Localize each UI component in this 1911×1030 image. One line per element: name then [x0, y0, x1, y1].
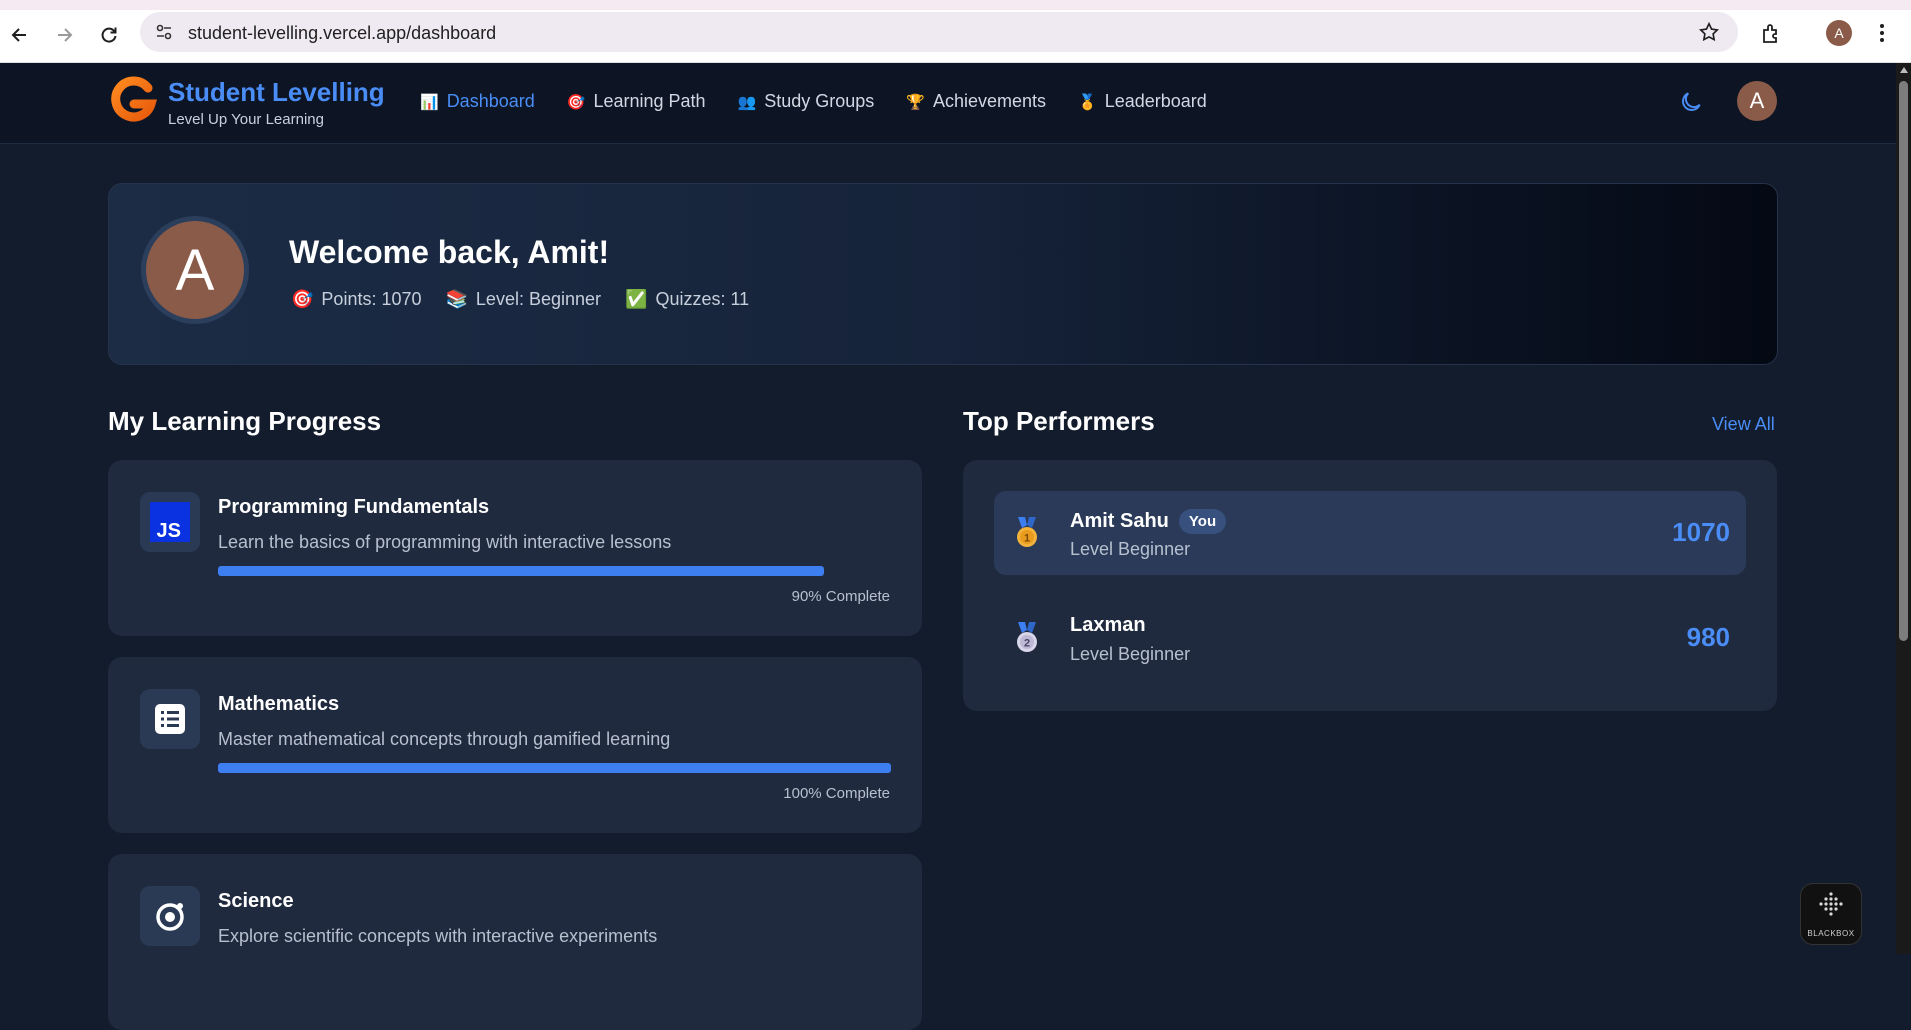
progress-label: 100% Complete	[783, 785, 890, 802]
arrow-left-icon	[11, 28, 26, 42]
back-button[interactable]	[5, 20, 35, 50]
progress-label: 90% Complete	[791, 588, 890, 605]
js-icon: JS	[150, 502, 190, 542]
browser-toolbar: student-levelling.vercel.app/dashboard A	[0, 10, 1911, 63]
people-icon: 👥	[737, 93, 757, 111]
site-settings-icon[interactable]	[154, 22, 174, 42]
stat-text: Points: 1070	[321, 289, 422, 309]
top-performers-card: 1 Amit Sahu You Level Beginner 1070 2 Lax…	[963, 460, 1777, 711]
gold-medal-icon: 1	[1017, 517, 1037, 547]
performer-points: 1070	[1672, 517, 1730, 547]
course-title: Programming Fundamentals	[218, 496, 490, 518]
svg-text:1: 1	[1024, 533, 1030, 545]
blackbox-label: BLACKBOX	[1807, 929, 1855, 938]
user-avatar[interactable]: A	[1737, 81, 1777, 121]
top-performers-title: Top Performers	[963, 406, 1155, 436]
url-text[interactable]: student-levelling.vercel.app/dashboard	[188, 23, 496, 44]
course-title: Mathematics	[218, 693, 340, 715]
course-description: Explore scientific concepts with interac…	[218, 926, 658, 946]
nav-dashboard[interactable]: 📊 Dashboard	[420, 91, 535, 112]
trophy-icon: 🏆	[906, 93, 925, 111]
arrow-right-icon	[58, 28, 73, 42]
nav-label: Achievements	[932, 91, 1047, 111]
scroll-up-arrow-icon[interactable]	[1900, 67, 1908, 73]
bookmark-star-icon[interactable]	[1698, 21, 1720, 43]
quizzes-stat: ✅ Quizzes: 11	[625, 289, 749, 310]
performer-row[interactable]: 2 Laxman Level Beginner 980	[994, 596, 1746, 680]
target-icon: 🎯	[291, 289, 314, 309]
more-vertical-icon[interactable]	[1878, 22, 1886, 44]
nav-label: Study Groups	[764, 91, 875, 111]
nav-learning-path[interactable]: 🎯 Learning Path	[567, 91, 706, 112]
logo-icon[interactable]	[108, 74, 158, 124]
user-stats: 🎯 Points: 1070 📚 Level: Beginner ✅ Quizzes:…	[291, 289, 773, 310]
nav-label: Leaderboard	[1104, 91, 1207, 111]
chart-icon: 📊	[420, 93, 439, 111]
points-stat: 🎯 Points: 1070	[291, 289, 422, 310]
target-icon: 🎯	[566, 93, 586, 111]
course-card-mathematics[interactable]: Mathematics Master mathematical concepts…	[108, 657, 922, 833]
reload-icon	[101, 27, 117, 43]
course-description: Learn the basics of programming with int…	[218, 532, 672, 552]
atom-icon	[156, 903, 184, 931]
brand-title[interactable]: Student Levelling	[168, 77, 385, 108]
welcome-card: A Welcome back, Amit! 🎯 Points: 1070 📚 Lev…	[108, 183, 1778, 365]
nav-achievements[interactable]: 🏆 Achievements	[906, 91, 1046, 112]
performer-points: 980	[1686, 622, 1730, 652]
nav-leaderboard[interactable]: 🏅 Leaderboard	[1078, 91, 1207, 112]
browser-tab-strip	[0, 0, 1911, 10]
blackbox-widget[interactable]: BLACKBOX	[1801, 884, 1861, 944]
stat-text: Level: Beginner	[475, 289, 602, 309]
performer-name: Amit Sahu You	[1070, 509, 1227, 534]
welcome-title: Welcome back, Amit!	[289, 234, 610, 270]
progress-fill	[218, 763, 891, 773]
nav-label: Learning Path	[593, 91, 706, 111]
scroll-thumb[interactable]	[1899, 81, 1908, 641]
name-text: Amit Sahu	[1070, 510, 1169, 532]
nav-study-groups[interactable]: 👥 Study Groups	[738, 91, 875, 112]
app-header: Student Levelling Level Up Your Learning…	[0, 63, 1896, 144]
progress-fill	[218, 566, 824, 576]
progress-bar	[218, 763, 891, 773]
performer-level: Level Beginner	[1070, 644, 1191, 664]
svg-text:2: 2	[1024, 638, 1030, 650]
forward-button[interactable]	[49, 20, 79, 50]
course-title: Science	[218, 890, 294, 912]
stat-text: Quizzes: 11	[655, 289, 750, 309]
course-card-science[interactable]: Science Explore scientific concepts with…	[108, 854, 922, 1030]
brand-subtitle: Level Up Your Learning	[168, 111, 324, 128]
level-stat: 📚 Level: Beginner	[446, 289, 602, 310]
nav-label: Dashboard	[446, 91, 535, 111]
course-icon-container	[140, 689, 200, 749]
name-text: Laxman	[1070, 614, 1146, 636]
performer-name: Laxman	[1070, 614, 1146, 637]
learning-progress-title: My Learning Progress	[108, 406, 382, 436]
view-all-link[interactable]: View All	[1712, 414, 1775, 435]
progress-bar	[218, 566, 891, 576]
performer-level: Level Beginner	[1070, 539, 1191, 559]
extensions-icon[interactable]	[1760, 22, 1784, 46]
performer-row[interactable]: 1 Amit Sahu You Level Beginner 1070	[994, 491, 1746, 575]
dots-logo-icon	[1819, 892, 1843, 916]
svg-text:JS: JS	[157, 520, 181, 542]
moon-icon[interactable]	[1678, 89, 1704, 115]
course-icon-container	[140, 886, 200, 946]
profile-avatar: A	[141, 216, 249, 324]
medal-icon: 🏅	[1078, 93, 1097, 111]
silver-medal-icon: 2	[1017, 622, 1037, 652]
course-card-programming[interactable]: JS Programming Fundamentals Learn the ba…	[108, 460, 922, 636]
list-icon	[155, 704, 185, 734]
you-badge: You	[1178, 509, 1227, 534]
address-bar[interactable]: student-levelling.vercel.app/dashboard	[140, 12, 1738, 52]
page-scrollbar[interactable]	[1896, 63, 1911, 954]
browser-profile-avatar[interactable]: A	[1826, 20, 1852, 46]
check-icon: ✅	[625, 289, 648, 309]
course-description: Master mathematical concepts through gam…	[218, 729, 671, 749]
course-icon-container: JS	[140, 492, 200, 552]
main-nav: 📊 Dashboard 🎯 Learning Path 👥 Study Groups …	[420, 91, 1239, 112]
reload-button[interactable]	[94, 20, 124, 50]
books-icon: 📚	[445, 289, 468, 309]
